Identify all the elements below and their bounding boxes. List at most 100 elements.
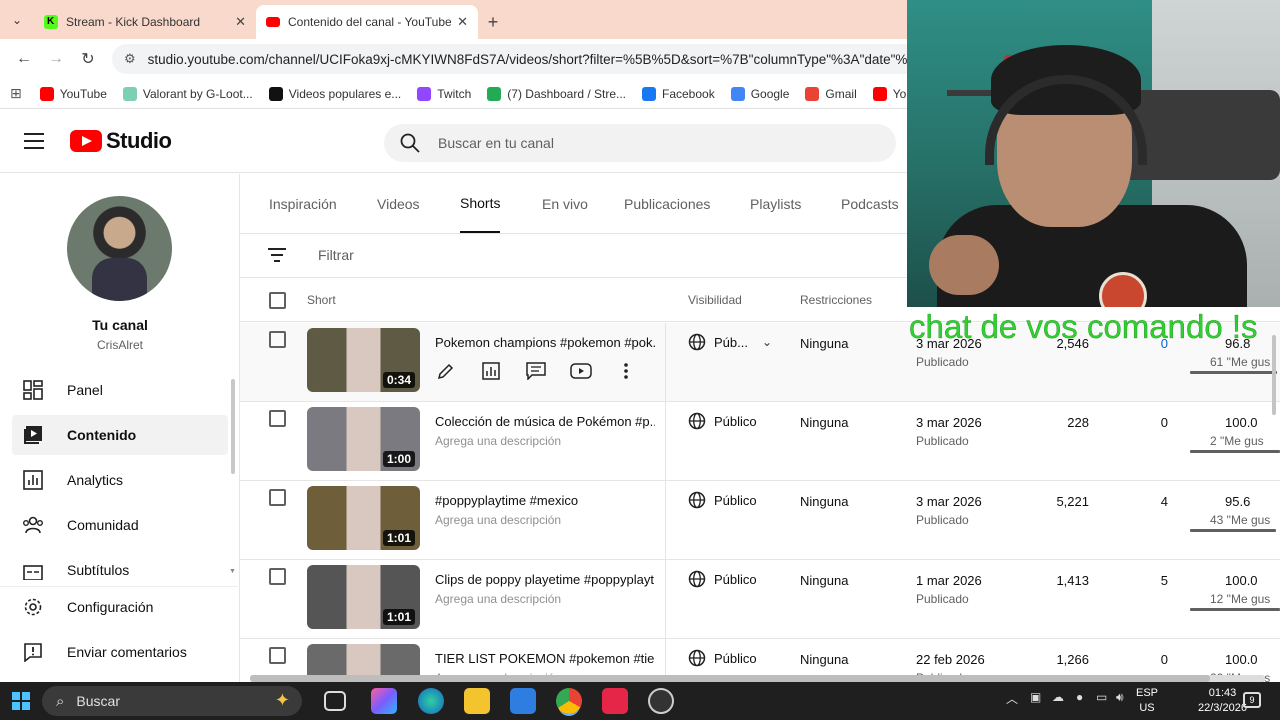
tab-videos[interactable]: Videos [377,174,420,233]
volume-icon[interactable]: 🔊︎ [1116,690,1124,705]
mic-icon[interactable]: ● [1076,690,1083,704]
bookmark-item[interactable]: Facebook [642,86,715,101]
short-thumbnail[interactable]: 1:00 [307,407,420,471]
more-options-icon[interactable] [615,361,637,381]
row-checkbox[interactable] [269,568,286,585]
sidebar-item-content[interactable]: Contenido [12,415,228,455]
address-bar[interactable]: ⚙ studio.youtube.com/channel/UCIFoka9xj-… [112,44,1012,74]
sidebar-item-settings[interactable]: Configuración [12,587,228,627]
bookmark-item[interactable]: Twitch [417,86,471,101]
store-icon[interactable] [510,688,536,714]
copilot-icon[interactable] [371,688,397,714]
site-info-icon[interactable]: ⚙ [124,51,136,67]
visibility-cell[interactable]: Público [688,412,757,430]
taskbar-search[interactable]: ⌕ Buscar ✦ [42,686,302,716]
windows-start-icon[interactable] [12,692,30,710]
comments-icon[interactable] [525,361,547,381]
notifications-icon[interactable]: 9 [1243,692,1261,708]
obs-icon[interactable] [648,688,674,714]
studio-logo[interactable]: Studio [70,128,172,154]
visibility-cell[interactable]: Público [688,649,757,667]
close-tab-icon[interactable]: ✕ [457,14,468,30]
back-arrow-icon[interactable]: ← [8,43,40,75]
short-title[interactable]: #poppyplaytime #mexico [435,493,655,508]
sidebar-item-feedback[interactable]: Enviar comentarios [12,632,228,672]
bookmark-item[interactable]: Google [730,86,789,101]
row-checkbox[interactable] [269,410,286,427]
apps-grid-icon[interactable]: ⊞ [10,85,22,102]
browser-tab-youtube[interactable]: Contenido del canal - YouTube ✕ [256,5,478,39]
sidebar-item-panel[interactable]: Panel [12,370,228,410]
chevron-down-icon[interactable]: ⌄ [762,335,772,349]
row-checkbox[interactable] [269,647,286,664]
task-view-icon[interactable] [324,691,346,711]
filter-input[interactable]: Filtrar [318,247,354,263]
column-short[interactable]: Short [307,293,336,307]
select-all-checkbox[interactable] [269,292,286,309]
sidebar-item-subtitles[interactable]: Subtítulos [12,550,228,580]
column-restrictions[interactable]: Restricciones [800,293,872,307]
menu-icon[interactable] [24,133,44,149]
file-explorer-icon[interactable] [464,688,490,714]
forward-arrow-icon[interactable]: → [40,43,72,75]
short-title[interactable]: Clips de poppy playetime #poppyplayt... [435,572,655,587]
show-hidden-icons-icon[interactable]: ︿ [1006,690,1018,707]
row-checkbox[interactable] [269,489,286,506]
comments-value[interactable]: 0 [1130,415,1168,430]
input-language[interactable]: ESP US [1136,686,1158,716]
new-tab-button[interactable]: + [478,5,508,39]
tab-search-chevron-icon[interactable]: ⌄ [0,0,34,39]
short-thumbnail[interactable]: 0:34 [307,328,420,392]
bookmark-item[interactable]: Videos populares e... [268,86,401,101]
short-description[interactable]: Agrega una descripción [435,592,561,606]
tiktok-icon[interactable] [602,688,628,714]
bookmark-item[interactable]: (7) Dashboard / Stre... [487,86,626,101]
comments-value[interactable]: 0 [1130,652,1168,667]
table-row[interactable]: 1:01 #poppyplaytime #mexico Agrega una des… [240,481,1280,560]
clock[interactable]: 01:43 22/3/2026 [1198,686,1247,716]
youtube-play-icon[interactable] [570,361,592,381]
bookmark-item[interactable]: Valorant by G-Loot... [122,86,253,101]
short-title[interactable]: Pokemon champions #pokemon #pok... [435,335,655,350]
browser-tab-kick[interactable]: K Stream - Kick Dashboard ✕ [34,5,256,39]
short-description[interactable]: Agrega una descripción [435,513,561,527]
reload-icon[interactable]: ↻ [72,43,104,75]
bookmark-item[interactable]: YouTube [39,86,107,101]
column-visibility[interactable]: Visibilidad [688,293,742,307]
edge-icon[interactable] [418,688,444,714]
sidebar-item-analytics[interactable]: Analytics [12,460,228,500]
tab-playlists[interactable]: Playlists [750,174,801,233]
visibility-cell[interactable]: Púb... ⌄ [688,333,772,351]
row-checkbox[interactable] [269,331,286,348]
tab-live[interactable]: En vivo [542,174,588,233]
comments-value[interactable]: 5 [1130,573,1168,588]
analytics-icon[interactable] [480,361,502,381]
tab-podcasts[interactable]: Podcasts [841,174,899,233]
short-title[interactable]: TIER LIST POKEMON #pokemon #tierl... [435,651,655,666]
channel-search-input[interactable]: Buscar en tu canal [384,124,896,162]
tab-inspiration[interactable]: Inspiración [269,174,337,233]
table-row[interactable]: 1:00 Colección de música de Pokémon #p...… [240,402,1280,481]
scroll-down-arrow-icon[interactable]: ▼ [229,568,236,575]
chrome-icon[interactable] [556,688,582,714]
short-thumbnail[interactable]: 1:01 [307,565,420,629]
short-description[interactable]: Agrega una descripción [435,434,561,448]
horizontal-scrollbar[interactable] [250,675,1265,682]
close-tab-icon[interactable]: ✕ [235,14,246,30]
tab-posts[interactable]: Publicaciones [624,174,710,233]
channel-avatar[interactable] [67,196,172,301]
edit-pencil-icon[interactable] [435,361,457,381]
bookmark-item[interactable]: Gmail [805,86,857,101]
filter-icon[interactable] [268,248,286,262]
visibility-cell[interactable]: Público [688,570,757,588]
short-thumbnail[interactable]: 1:01 [307,486,420,550]
tray-app-icon[interactable]: ▣ [1030,690,1041,704]
sidebar-item-community[interactable]: Comunidad [12,505,228,545]
tab-shorts[interactable]: Shorts [460,174,501,233]
vertical-scrollbar[interactable] [1272,335,1276,415]
network-icon[interactable]: ▭ [1096,690,1107,704]
sidebar-scrollbar[interactable] [231,379,235,474]
comments-value[interactable]: 4 [1130,494,1168,509]
cloud-icon[interactable]: ☁ [1052,690,1064,704]
short-title[interactable]: Colección de música de Pokémon #p... [435,414,655,429]
